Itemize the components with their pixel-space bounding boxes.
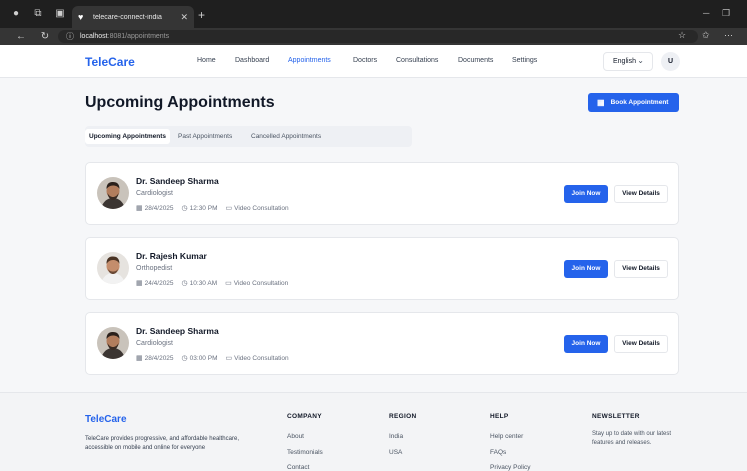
appointment-card: Dr. Sandeep Sharma Cardiologist ▦ 28/4/20… [85, 162, 679, 225]
appointment-type: Video Consultation [234, 204, 289, 212]
doctor-specialty: Cardiologist [136, 190, 173, 197]
url-field[interactable]: ⓘ localhost :8081/appointments [58, 30, 698, 43]
join-now-button[interactable]: Join Now [564, 185, 608, 203]
clock-icon: ◷ [181, 355, 188, 362]
user-avatar[interactable]: U [661, 52, 680, 71]
tab-title: telecare-connect-india [93, 13, 162, 21]
footer-link-privacy[interactable]: Privacy Policy [490, 464, 530, 471]
site-info-icon[interactable]: ⓘ [66, 31, 74, 42]
url-path: :8081/appointments [107, 33, 170, 40]
close-tab-icon[interactable]: ✕ [180, 12, 188, 23]
doctor-name: Dr. Rajesh Kumar [136, 251, 207, 261]
book-appointment-button[interactable]: ▦ Book Appointment [588, 93, 679, 112]
new-tab-icon[interactable]: + [198, 8, 205, 22]
doctor-photo [97, 252, 129, 284]
appointment-date: 28/4/2025 [144, 354, 174, 362]
app-header: TeleCare Home Dashboard Appointments Doc… [0, 45, 747, 78]
minimize-icon[interactable]: ─ [703, 8, 709, 18]
tab-past[interactable]: Past Appointments [174, 129, 236, 144]
view-details-button[interactable]: View Details [614, 260, 668, 278]
calendar-icon: ▦ [136, 355, 143, 362]
footer-company-heading: COMPANY [287, 413, 322, 420]
footer-link-help-center[interactable]: Help center [490, 433, 523, 440]
nav-appointments[interactable]: Appointments [288, 57, 331, 64]
footer-logo[interactable]: TeleCare [85, 414, 127, 425]
heart-favicon-icon: ♥ [78, 12, 84, 22]
appointment-date: 24/4/2025 [144, 279, 174, 287]
appointment-meta: ▦ 28/4/2025 ◷ 03:00 PM ▭ Video Consultation [136, 354, 297, 363]
back-icon[interactable]: ← [14, 31, 28, 42]
calendar-icon: ▦ [136, 205, 143, 212]
browser-tab[interactable]: ♥ telecare-connect-india ✕ [72, 6, 194, 28]
chevron-down-icon: ⌄ [637, 56, 644, 65]
video-icon: ▭ [225, 280, 232, 287]
refresh-icon[interactable]: ↻ [38, 31, 52, 42]
footer-link-faqs[interactable]: FAQs [490, 449, 506, 456]
footer-link-contact[interactable]: Contact [287, 464, 309, 471]
footer-newsletter-heading: NEWSLETTER [592, 413, 640, 420]
video-icon: ▭ [225, 355, 233, 362]
view-details-button[interactable]: View Details [614, 185, 668, 203]
doctor-photo [97, 327, 129, 359]
appointment-type: Video Consultation [233, 279, 289, 287]
url-host: localhost [80, 33, 108, 40]
favorite-star-icon[interactable]: ☆ [678, 30, 686, 41]
calendar-icon: ▦ [597, 98, 605, 107]
appointment-date: 28/4/2025 [144, 204, 174, 212]
workspaces-icon[interactable]: ⧉ [32, 8, 44, 20]
view-details-button[interactable]: View Details [614, 335, 668, 353]
appointment-card: Dr. Rajesh Kumar Orthopedist ▦ 24/4/2025 … [85, 237, 679, 300]
footer-region-heading: REGION [389, 413, 417, 420]
doctor-specialty: Orthopedist [136, 265, 173, 272]
doctor-name: Dr. Sandeep Sharma [136, 326, 219, 336]
doctor-name: Dr. Sandeep Sharma [136, 176, 219, 186]
tab-upcoming[interactable]: Upcoming Appointments [85, 129, 171, 144]
footer-newsletter-text: Stay up to date with our latest features… [592, 431, 672, 446]
appointment-meta: ▦ 24/4/2025 ◷ 10:30 AM ▭ Video Consultation [136, 279, 296, 288]
favorites-icon[interactable]: ✩ [702, 30, 710, 41]
appointment-meta: ▦ 28/4/2025 ◷ 12:30 PM ▭ Video Consultation [136, 204, 297, 213]
footer-help-heading: HELP [490, 413, 509, 420]
appointment-tabs: Upcoming Appointments Past Appointments … [85, 126, 412, 147]
language-select[interactable]: English ⌄ [603, 52, 653, 71]
join-now-button[interactable]: Join Now [564, 260, 608, 278]
footer-link-about[interactable]: About [287, 433, 304, 440]
join-now-button[interactable]: Join Now [564, 335, 608, 353]
language-value: English [613, 58, 636, 65]
video-icon: ▭ [225, 205, 233, 212]
footer-link-india[interactable]: India [389, 433, 403, 440]
appointment-time: 03:00 PM [189, 354, 218, 362]
nav-doctors[interactable]: Doctors [353, 57, 377, 64]
tab-actions-icon[interactable]: ▣ [54, 8, 66, 20]
nav-documents[interactable]: Documents [458, 57, 493, 64]
more-menu-icon[interactable]: ⋯ [724, 30, 733, 41]
browser-tab-bar: ● ⧉ ▣ ♥ telecare-connect-india ✕ + ─ ❐ [0, 0, 747, 28]
page-title: Upcoming Appointments [85, 94, 275, 111]
appointment-time: 12:30 PM [189, 204, 218, 212]
clock-icon: ◷ [181, 205, 188, 212]
appointment-type: Video Consultation [234, 354, 289, 362]
footer-link-usa[interactable]: USA [389, 449, 402, 456]
appointment-time: 10:30 AM [189, 279, 218, 287]
footer-description: TeleCare provides progressive, and affor… [85, 436, 239, 451]
appointment-card: Dr. Sandeep Sharma Cardiologist ▦ 28/4/20… [85, 312, 679, 375]
tab-cancelled[interactable]: Cancelled Appointments [247, 129, 325, 144]
footer-link-testimonials[interactable]: Testimonials [287, 449, 323, 456]
calendar-icon: ▦ [136, 280, 143, 287]
nav-dashboard[interactable]: Dashboard [235, 57, 269, 64]
doctor-photo [97, 177, 129, 209]
nav-settings[interactable]: Settings [512, 57, 537, 64]
browser-address-bar: ← ↻ ⓘ localhost :8081/appointments ☆ ✩ ⋯ [0, 28, 747, 45]
site-footer: TeleCare TeleCare provides progressive, … [0, 392, 747, 471]
book-appointment-label: Book Appointment [610, 99, 669, 106]
clock-icon: ◷ [181, 280, 188, 287]
restore-icon[interactable]: ❐ [722, 8, 730, 19]
brand-logo[interactable]: TeleCare [85, 55, 135, 69]
profile-icon[interactable]: ● [10, 8, 22, 20]
nav-home[interactable]: Home [197, 57, 216, 64]
nav-consultations[interactable]: Consultations [396, 57, 438, 64]
doctor-specialty: Cardiologist [136, 340, 173, 347]
